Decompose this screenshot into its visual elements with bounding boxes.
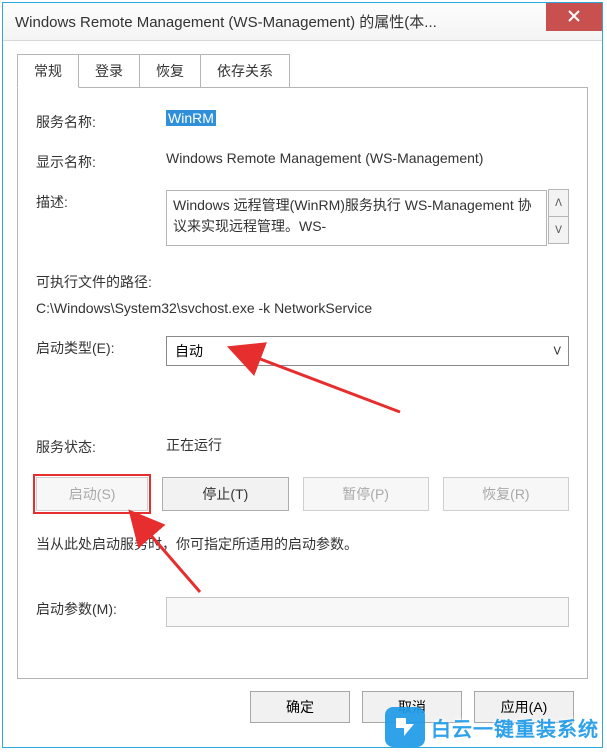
resume-button: 恢复(R) <box>443 477 569 511</box>
service-name-label: 服务名称: <box>36 110 166 132</box>
properties-dialog: Windows Remote Management (WS-Management… <box>2 2 603 748</box>
hint-text: 当从此处启动服务时，你可指定所适用的启动参数。 <box>36 533 569 555</box>
titlebar[interactable]: Windows Remote Management (WS-Management… <box>3 3 602 41</box>
ok-button[interactable]: 确定 <box>250 691 350 723</box>
exec-path-value: C:\Windows\System32\svchost.exe -k Netwo… <box>36 300 569 316</box>
service-status-label: 服务状态: <box>36 435 166 457</box>
display-name-label: 显示名称: <box>36 150 166 172</box>
description-scroll-up[interactable]: ᐱ <box>548 189 569 217</box>
watermark: 白云一键重装系统 <box>385 707 599 747</box>
service-status-value: 正在运行 <box>166 435 569 455</box>
display-name-value: Windows Remote Management (WS-Management… <box>166 150 569 166</box>
start-params-input <box>166 597 569 627</box>
description-scroll-down[interactable]: ᐯ <box>548 216 569 244</box>
chevron-down-icon: ᐯ <box>555 225 562 236</box>
service-name-text: WinRM <box>166 110 216 126</box>
service-name-value: WinRM <box>166 110 569 126</box>
close-icon <box>567 9 581 26</box>
tab-logon[interactable]: 登录 <box>78 54 140 87</box>
tab-dependencies[interactable]: 依存关系 <box>200 54 290 87</box>
startup-type-label: 启动类型(E): <box>36 336 166 358</box>
tabs-row: 常规 登录 恢复 依存关系 <box>17 55 588 87</box>
stop-button[interactable]: 停止(T) <box>162 477 288 511</box>
start-params-label: 启动参数(M): <box>36 597 166 619</box>
watermark-text: 白云一键重装系统 <box>431 713 599 742</box>
close-button[interactable] <box>546 3 602 31</box>
tab-recovery[interactable]: 恢复 <box>139 54 201 87</box>
startup-type-select[interactable]: 自动 <box>166 336 569 366</box>
description-box: Windows 远程管理(WinRM)服务执行 WS-Management 协议… <box>166 190 547 246</box>
content-area: 常规 登录 恢复 依存关系 服务名称: WinRM 显示名称: Windows … <box>3 41 602 747</box>
exec-path-label: 可执行文件的路径: <box>36 272 569 292</box>
description-label: 描述: <box>36 190 166 212</box>
chevron-up-icon: ᐱ <box>555 198 562 209</box>
tab-general[interactable]: 常规 <box>17 54 79 88</box>
tab-panel-general: 服务名称: WinRM 显示名称: Windows Remote Managem… <box>17 87 588 679</box>
window-title: Windows Remote Management (WS-Management… <box>15 11 437 32</box>
start-button: 启动(S) <box>36 477 148 511</box>
watermark-icon <box>385 707 425 747</box>
pause-button: 暂停(P) <box>303 477 429 511</box>
